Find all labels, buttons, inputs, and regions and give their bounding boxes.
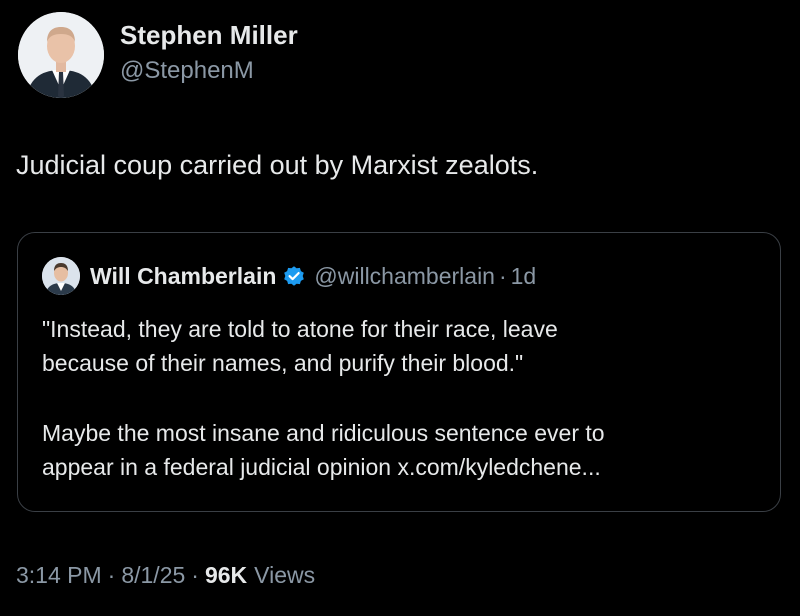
author-avatar-image [18,12,104,98]
quoted-author-name[interactable]: Will Chamberlain [90,263,276,290]
quoted-text-line: because of their names, and purify their… [42,350,524,376]
quoted-author-handle[interactable]: @willchamberlain [314,263,495,290]
verified-badge-icon [282,264,306,288]
quoted-author-avatar-image [42,257,80,295]
meta-separator: · [107,562,116,588]
quoted-header-separator: · [498,262,507,289]
quoted-text-line: Maybe the most insane and ridiculous sen… [42,420,605,446]
views-count[interactable]: 96K [205,562,247,589]
views-label[interactable]: Views [254,562,315,589]
tweet-time[interactable]: 3:14 PM [16,562,102,589]
author-name[interactable]: Stephen Miller [120,20,298,51]
quoted-tweet-header: Will Chamberlain @willchamberlain · 1d [90,261,536,291]
tweet-date[interactable]: 8/1/25 [121,562,185,589]
author-handle[interactable]: @StephenM [120,57,254,85]
tweet-text: Judicial coup carried out by Marxist zea… [16,150,539,180]
quoted-tweet-time[interactable]: 1d [511,263,537,290]
quoted-tweet-card[interactable]: Will Chamberlain @willchamberlain · 1d "… [17,232,781,512]
meta-separator: · [191,562,199,588]
tweet-metadata: 3:14 PM · 8/1/25 · 96K Views [16,562,315,589]
quoted-tweet-text: "Instead, they are told to atone for the… [42,312,772,484]
quoted-text-line: appear in a federal judicial opinion x.c… [42,454,601,480]
quoted-text-line: "Instead, they are told to atone for the… [42,316,558,342]
author-avatar[interactable] [18,12,104,98]
quoted-author-avatar[interactable] [42,257,80,295]
